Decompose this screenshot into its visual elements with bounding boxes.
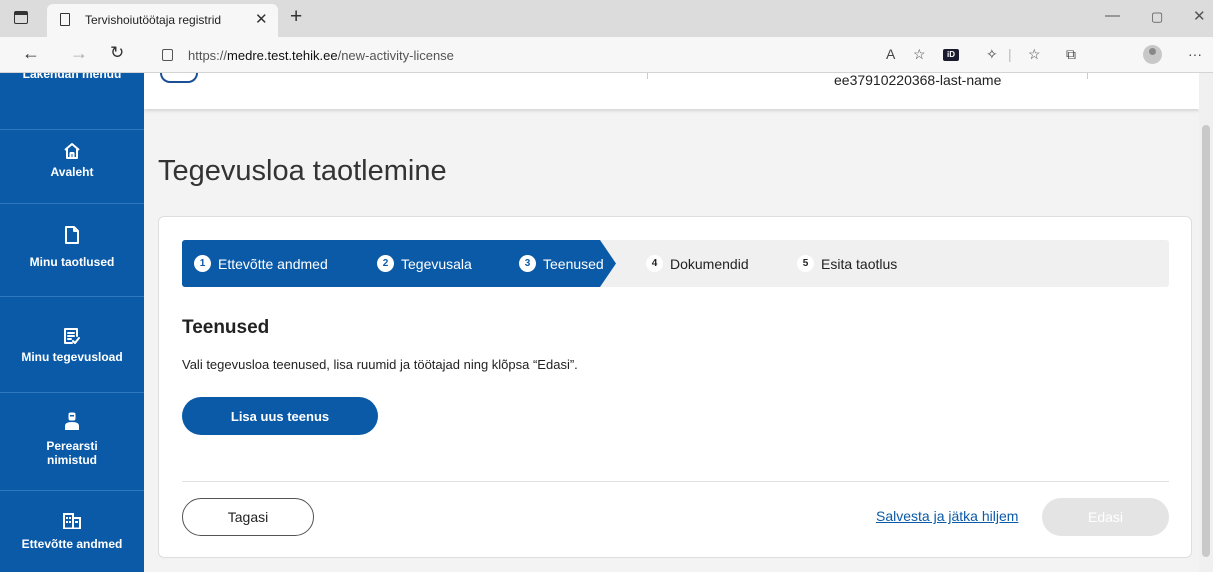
restore-icon[interactable]: ▢ [1151,9,1163,25]
close-tab-icon[interactable]: ✕ [255,10,268,28]
toolbar-divider: | [1008,46,1012,62]
application-card: 1 Ettevõtte andmed 2 Tegevusala 3 Teenus… [158,216,1192,558]
building-icon [63,513,81,529]
extensions-icon[interactable]: ✧ [986,46,998,63]
page-title: Tegevusloa taotlemine [158,155,447,187]
lock-icon [162,49,173,61]
collections-icon[interactable]: ⧉ [1066,46,1076,63]
id-extension-icon[interactable]: iD [943,49,959,61]
step-label: Esita taotlus [821,255,898,272]
page-icon [60,13,70,26]
sidebar-item-label: Minu tegevusload [21,350,123,364]
minimize-icon[interactable]: — [1105,7,1120,24]
sidebar-item-label: Perearsti nimistud [46,439,98,467]
profile-avatar-icon[interactable] [1143,45,1162,64]
step-documents: 4 Dokumendid [646,255,749,272]
step-company-data[interactable]: 1 Ettevõtte andmed [194,255,328,272]
step-label: Teenused [543,255,604,272]
address-bar-row: ← → ↻ https://medre.test.tehik.ee/new-ac… [0,37,1213,73]
section-title: Teenused [182,317,270,338]
document-icon [65,226,79,244]
section-description: Vali tegevusloa teenused, lisa ruumid ja… [182,357,578,372]
new-tab-icon[interactable]: + [290,5,302,29]
step-label: Dokumendid [670,255,749,272]
license-list-icon [64,328,80,344]
sidebar: Lakendan menuu Avaleht Minu taotlused Mi… [0,73,144,572]
close-window-icon[interactable]: ✕ [1193,7,1206,25]
step-label: Ettevõtte andmed [218,255,328,272]
step-submit: 5 Esita taotlus [797,255,897,272]
user-name[interactable]: ee37910220368-last-name [834,73,1001,88]
sidebar-item-calendar[interactable]: Lakendan menuu [0,73,144,130]
read-aloud-icon[interactable]: A [886,46,895,62]
sidebar-item-home[interactable]: Avaleht [0,130,144,204]
next-button[interactable]: Edasi [1042,498,1169,536]
more-menu-icon[interactable]: ··· [1188,46,1202,62]
logo[interactable] [160,73,198,83]
step-label: Tegevusala [401,255,472,272]
sidebar-item-my-applications[interactable]: Minu taotlused [0,204,144,297]
back-arrow-icon[interactable]: ← [22,43,40,64]
back-button[interactable]: Tagasi [182,498,314,536]
sidebar-item-gp-lists[interactable]: Perearsti nimistud [0,393,144,491]
divider [182,481,1169,482]
sidebar-item-label: Lakendan menuu [22,73,122,81]
favorite-star-icon[interactable]: ☆ [913,46,926,63]
page-viewport: ee37910220368-last-name Lakendan menuu A… [0,73,1213,572]
forward-arrow-icon[interactable]: → [70,43,88,64]
scroll-thumb[interactable] [1202,125,1210,557]
step-services[interactable]: 3 Teenused [519,255,604,272]
header-divider [1087,73,1088,79]
sidebar-item-label: Avaleht [50,165,94,179]
sidebar-item-label: Minu taotlused [29,255,115,269]
add-service-button[interactable]: Lisa uus teenus [182,397,378,435]
url-field[interactable]: https://medre.test.tehik.ee/new-activity… [150,40,940,70]
progress-stepper: 1 Ettevõtte andmed 2 Tegevusala 3 Teenus… [182,240,1169,287]
sidebar-item-my-licenses[interactable]: Minu tegevusload [0,297,144,393]
browser-tab-bar: Tervishoiutöötaja registrid ✕ + — ▢ ✕ [0,0,1213,37]
sidebar-item-label: Ettevõtte andmed [21,537,123,551]
tab-actions-icon[interactable] [14,11,28,24]
favorites-icon[interactable]: ☆ [1028,46,1041,63]
page-scrollbar[interactable] [1199,73,1213,572]
refresh-icon[interactable]: ↻ [110,43,124,63]
site-header: ee37910220368-last-name [144,73,1199,109]
tab-title: Tervishoiutöötaja registrid [85,13,222,27]
url-text: https://medre.test.tehik.ee/new-activity… [188,48,454,63]
home-icon [64,143,80,159]
doctor-icon [65,412,79,430]
header-divider [647,73,648,79]
save-and-continue-later-link[interactable]: Salvesta ja jätka hiljem [876,508,1018,524]
step-activity-area[interactable]: 2 Tegevusala [377,255,472,272]
browser-tab[interactable]: Tervishoiutöötaja registrid ✕ [47,4,278,37]
sidebar-item-company[interactable]: Ettevõtte andmed [0,491,144,572]
